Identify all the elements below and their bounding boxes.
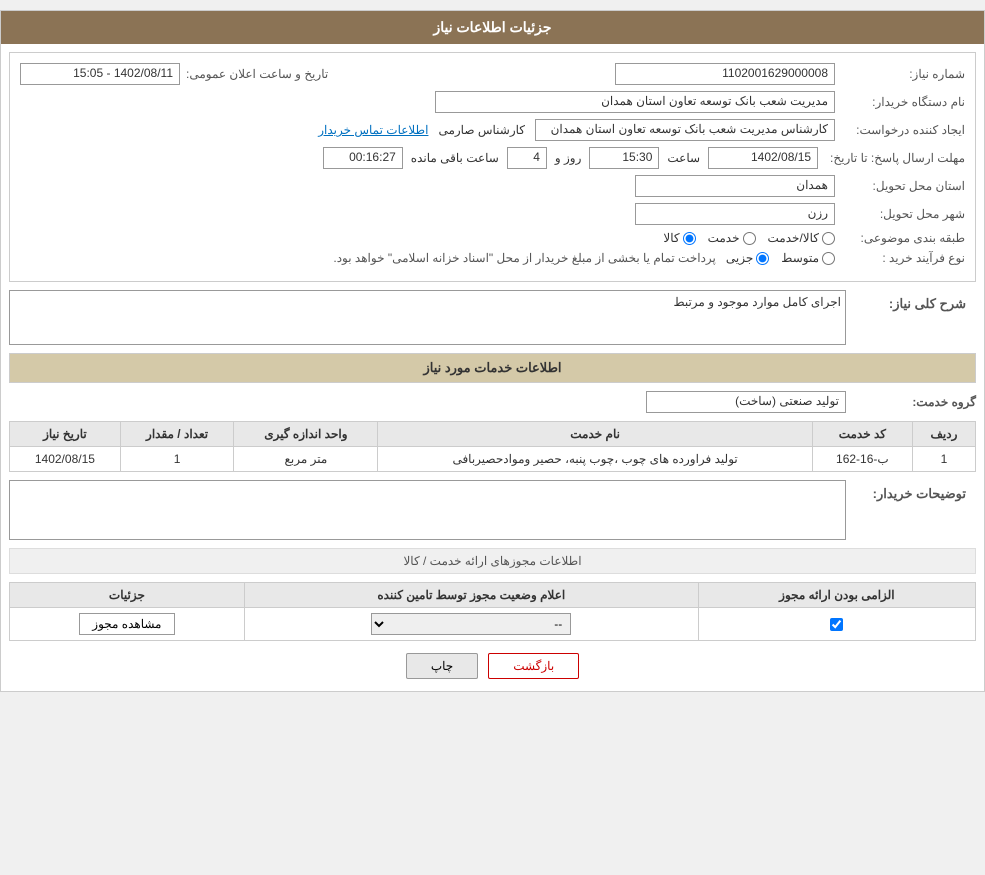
lic-required-checkbox[interactable] bbox=[830, 618, 843, 631]
buyer-desc-row: توضیحات خریدار: bbox=[9, 480, 976, 540]
buyer-org-row: نام دستگاه خریدار: مدیریت شعب بانک توسعه… bbox=[20, 91, 965, 113]
print-button[interactable]: چاپ bbox=[406, 653, 478, 679]
cell-date: 1402/08/15 bbox=[10, 447, 121, 472]
deadline-row: مهلت ارسال پاسخ: تا تاریخ: 1402/08/15 سا… bbox=[20, 147, 965, 169]
province-row: استان محل تحویل: همدان bbox=[20, 175, 965, 197]
view-license-button[interactable]: مشاهده مجوز bbox=[79, 613, 174, 635]
deadline-remaining-label: ساعت باقی مانده bbox=[407, 151, 503, 165]
lic-col-required: الزامی بودن ارائه مجوز bbox=[698, 583, 975, 608]
creator-label: ایجاد کننده درخواست: bbox=[835, 123, 965, 137]
services-section-title: اطلاعات خدمات مورد نیاز bbox=[9, 353, 976, 383]
date-value: 1402/08/11 - 15:05 bbox=[20, 63, 180, 85]
purchase-type-option-2: متوسط bbox=[781, 251, 835, 265]
category-radio-kala-khedmat[interactable] bbox=[822, 232, 835, 245]
city-row: شهر محل تحویل: رزن bbox=[20, 203, 965, 225]
buttons-row: بازگشت چاپ bbox=[1, 653, 984, 679]
lic-status-select[interactable]: -- bbox=[371, 613, 571, 635]
service-group-row: گروه خدمت: تولید صنعتی (ساخت) bbox=[9, 391, 976, 413]
col-header-index: ردیف bbox=[912, 422, 975, 447]
category-option-2: خدمت bbox=[708, 231, 756, 245]
province-value: همدان bbox=[635, 175, 835, 197]
need-number-value: 1102001629000008 bbox=[615, 63, 835, 85]
cell-name: تولید فراورده های چوب ،چوب پنبه، حصیر وم… bbox=[378, 447, 812, 472]
services-table: ردیف کد خدمت نام خدمت واحد اندازه گیری ت… bbox=[9, 421, 976, 472]
category-row: طبقه بندی موضوعی: کالا/خدمت خدمت کالا bbox=[20, 231, 965, 245]
lic-col-status: اعلام وضعیت مجوز توسط تامین کننده bbox=[244, 583, 698, 608]
category-radio-kala[interactable] bbox=[683, 232, 696, 245]
col-header-date: تاریخ نیاز bbox=[10, 422, 121, 447]
category-option-1: کالا bbox=[663, 231, 695, 245]
service-group-value: تولید صنعتی (ساخت) bbox=[646, 391, 846, 413]
general-desc-label: شرح کلی نیاز: bbox=[846, 290, 976, 318]
license-row: -- مشاهده مجوز bbox=[10, 608, 976, 641]
deadline-time-label: ساعت bbox=[663, 151, 704, 165]
category-option-3: کالا/خدمت bbox=[768, 231, 835, 245]
deadline-days-label: روز و bbox=[551, 151, 586, 165]
purchase-type-note: پرداخت تمام یا بخشی از مبلغ خریدار از مح… bbox=[333, 251, 726, 265]
general-desc-value: اجرای کامل موارد موجود و مرتبط bbox=[9, 290, 846, 345]
need-number-row: شماره نیاز: 1102001629000008 تاریخ و ساع… bbox=[20, 63, 965, 85]
col-header-qty: تعداد / مقدار bbox=[120, 422, 234, 447]
deadline-remaining: 00:16:27 bbox=[323, 147, 403, 169]
cell-unit: متر مربع bbox=[234, 447, 378, 472]
licenses-table: الزامی بودن ارائه مجوز اعلام وضعیت مجوز … bbox=[9, 582, 976, 641]
licenses-table-section: الزامی بودن ارائه مجوز اعلام وضعیت مجوز … bbox=[9, 582, 976, 641]
purchase-type-row: نوع فرآیند خرید : متوسط جزیی پرداخت تمام… bbox=[20, 251, 965, 265]
licenses-section-title: اطلاعات مجوزهای ارائه خدمت / کالا bbox=[9, 548, 976, 574]
lic-cell-details: مشاهده مجوز bbox=[10, 608, 245, 641]
purchase-type-radio-medium[interactable] bbox=[822, 252, 835, 265]
buyer-desc-label: توضیحات خریدار: bbox=[846, 480, 976, 508]
cell-index: 1 bbox=[912, 447, 975, 472]
purchase-type-radio-small[interactable] bbox=[756, 252, 769, 265]
table-row: 1 ب-16-162 تولید فراورده های چوب ،چوب پن… bbox=[10, 447, 976, 472]
page-title: جزئیات اطلاعات نیاز bbox=[1, 11, 984, 44]
col-header-name: نام خدمت bbox=[378, 422, 812, 447]
deadline-days: 4 bbox=[507, 147, 547, 169]
cell-qty: 1 bbox=[120, 447, 234, 472]
deadline-date: 1402/08/15 bbox=[708, 147, 818, 169]
purchase-type-label: نوع فرآیند خرید : bbox=[835, 251, 965, 265]
lic-cell-status: -- bbox=[244, 608, 698, 641]
back-button[interactable]: بازگشت bbox=[488, 653, 579, 679]
need-number-label: شماره نیاز: bbox=[835, 67, 965, 81]
deadline-time: 15:30 bbox=[589, 147, 659, 169]
purchase-type-radio-group: متوسط جزیی bbox=[726, 251, 835, 265]
buyer-org-value: مدیریت شعب بانک توسعه تعاون استان همدان bbox=[435, 91, 835, 113]
deadline-label: مهلت ارسال پاسخ: تا تاریخ: bbox=[822, 151, 965, 165]
province-label: استان محل تحویل: bbox=[835, 179, 965, 193]
category-radio-group: کالا/خدمت خدمت کالا bbox=[663, 231, 835, 245]
city-label: شهر محل تحویل: bbox=[835, 207, 965, 221]
col-header-code: کد خدمت bbox=[812, 422, 912, 447]
category-label: طبقه بندی موضوعی: bbox=[835, 231, 965, 245]
cell-code: ب-16-162 bbox=[812, 447, 912, 472]
category-radio-khedmat[interactable] bbox=[743, 232, 756, 245]
buyer-desc-textarea[interactable] bbox=[9, 480, 846, 540]
services-table-section: ردیف کد خدمت نام خدمت واحد اندازه گیری ت… bbox=[9, 421, 976, 472]
lic-cell-required bbox=[698, 608, 975, 641]
general-desc-row: شرح کلی نیاز: اجرای کامل موارد موجود و م… bbox=[9, 290, 976, 345]
col-header-unit: واحد اندازه گیری bbox=[234, 422, 378, 447]
creator-value: کارشناس مدیریت شعب بانک توسعه تعاون استا… bbox=[535, 119, 835, 141]
purchase-type-option-1: جزیی bbox=[726, 251, 769, 265]
page-wrapper: جزئیات اطلاعات نیاز شماره نیاز: 11020016… bbox=[0, 10, 985, 692]
date-label: تاریخ و ساعت اعلان عمومی: bbox=[180, 67, 328, 81]
creator-row: ایجاد کننده درخواست: کارشناس مدیریت شعب … bbox=[20, 119, 965, 141]
main-info-section: شماره نیاز: 1102001629000008 تاریخ و ساع… bbox=[9, 52, 976, 282]
contact-link[interactable]: اطلاعات تماس خریدار bbox=[318, 123, 428, 137]
city-value: رزن bbox=[635, 203, 835, 225]
buyer-org-label: نام دستگاه خریدار: bbox=[835, 95, 965, 109]
service-group-label: گروه خدمت: bbox=[846, 395, 976, 409]
lic-col-details: جزئیات bbox=[10, 583, 245, 608]
creator-prefix: کارشناس صارمی bbox=[428, 123, 535, 137]
